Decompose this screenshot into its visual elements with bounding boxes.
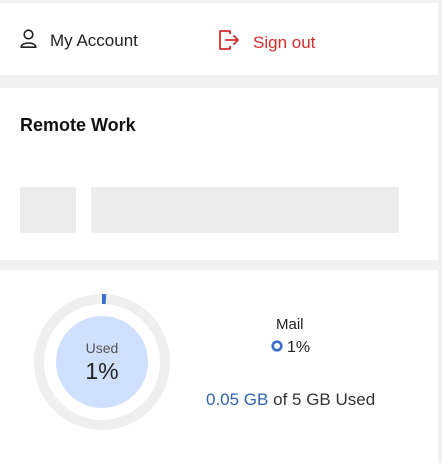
ring-icon: [271, 339, 283, 357]
mail-usage: 1%: [271, 339, 310, 357]
remote-work-title: Remote Work: [20, 115, 136, 135]
loading-placeholder-wide: [91, 187, 399, 233]
total-text: of 5 GB Used: [273, 390, 376, 409]
mail-percent: 1%: [287, 339, 311, 356]
mail-label: Mail: [276, 316, 304, 333]
sign-out-label: Sign out: [253, 32, 316, 52]
sign-out-icon: [218, 29, 240, 56]
storage-card: Used 1% Mail 1% 0.05 GB of 5 GB Used: [0, 270, 438, 463]
remote-work-card: Remote Work: [0, 88, 438, 260]
my-account-label: My Account: [50, 31, 138, 50]
my-account-link[interactable]: My Account: [20, 29, 138, 53]
user-icon: [20, 29, 37, 53]
sign-out-link[interactable]: Sign out: [218, 29, 315, 56]
used-amount: 0.05 GB: [206, 390, 269, 409]
used-percent: 1%: [85, 357, 119, 384]
storage-usage-text: 0.05 GB of 5 GB Used: [206, 390, 375, 410]
account-card: My Account Sign out: [0, 3, 438, 75]
used-label: Used: [85, 339, 119, 356]
storage-usage-donut: Used 1%: [32, 292, 172, 432]
loading-placeholder-small: [20, 187, 76, 233]
